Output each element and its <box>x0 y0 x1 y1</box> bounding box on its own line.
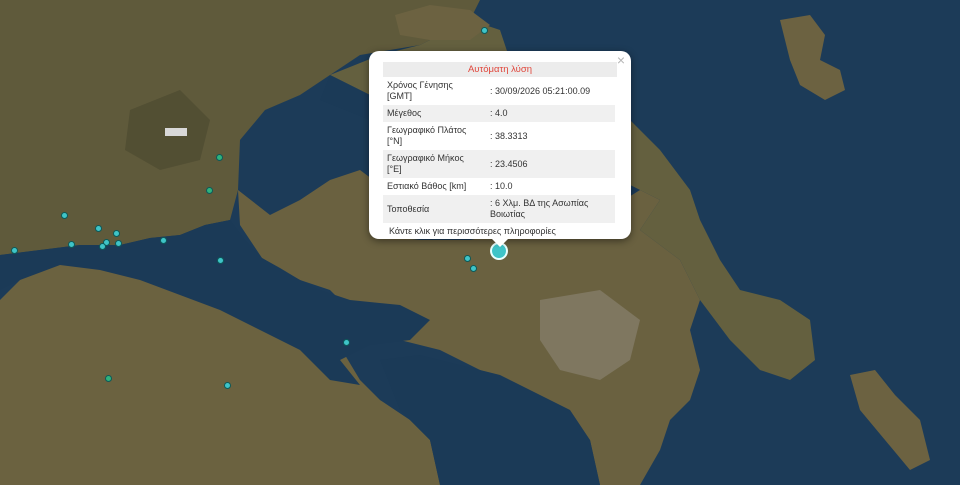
popup-title: Αυτόματη λύση <box>383 62 617 77</box>
table-row: Μέγεθος : 4.0 <box>383 105 615 122</box>
origin-time-value: : 30/09/2026 05:21:00.09 <box>490 85 591 96</box>
earthquake-marker[interactable] <box>104 374 112 382</box>
earthquake-marker[interactable] <box>215 153 223 161</box>
earthquake-info-popup: × Αυτόματη λύση Χρόνος Γένησης [GMT] : 3… <box>369 51 631 247</box>
earthquake-marker[interactable] <box>480 26 488 34</box>
location-label: Τοποθεσία <box>383 195 486 223</box>
origin-time-label: Χρόνος Γένησης [GMT] <box>387 80 453 101</box>
earthquake-marker[interactable] <box>98 242 106 250</box>
latitude-label: Γεωγραφικό Πλάτος [°N] <box>387 125 467 146</box>
table-row: Γεωγραφικό Πλάτος [°N] : 38.3313 <box>383 122 615 150</box>
earthquake-marker[interactable] <box>205 186 213 194</box>
earthquake-marker[interactable] <box>223 381 231 389</box>
table-row: Τοποθεσία : 6 Χλμ. ΒΔ της Ασωπίας Βοιωτί… <box>383 195 615 223</box>
earthquake-marker[interactable] <box>216 256 224 264</box>
earthquake-marker[interactable] <box>10 246 18 254</box>
depth-value: : 10.0 <box>490 181 513 191</box>
location-value: : 6 Χλμ. ΒΔ της Ασωπίας Βοιωτίας <box>486 195 615 223</box>
magnitude-label: Μέγεθος <box>383 105 486 122</box>
earthquake-marker[interactable] <box>60 211 68 219</box>
earthquake-marker[interactable] <box>94 224 102 232</box>
earthquake-marker[interactable] <box>463 254 471 262</box>
earthquake-details-table: Χρόνος Γένησης [GMT] : 30/09/2026 05:21:… <box>383 77 615 223</box>
close-icon[interactable]: × <box>617 53 625 67</box>
longitude-label: Γεωγραφικό Μήκος [°E] <box>383 150 486 178</box>
table-row: Χρόνος Γένησης [GMT] : 30/09/2026 05:21:… <box>383 77 615 105</box>
longitude-value: : 23.4506 <box>486 150 615 178</box>
earthquake-marker[interactable] <box>469 264 477 272</box>
earthquake-marker[interactable] <box>159 236 167 244</box>
earthquake-marker[interactable] <box>112 229 120 237</box>
earthquake-marker[interactable] <box>67 240 75 248</box>
earthquake-marker[interactable] <box>342 338 350 346</box>
more-info-link[interactable]: Κάντε κλικ για περισσότερες πληροφορίες <box>383 224 617 238</box>
earthquake-marker[interactable] <box>114 239 122 247</box>
magnitude-value: : 4.0 <box>486 105 615 122</box>
table-row: Γεωγραφικό Μήκος [°E] : 23.4506 <box>383 150 615 178</box>
latitude-value: : 38.3313 <box>490 130 528 141</box>
depth-label: Εστιακό Βάθος [km] <box>387 181 467 191</box>
map-view[interactable]: × Αυτόματη λύση Χρόνος Γένησης [GMT] : 3… <box>0 0 960 485</box>
table-row: Εστιακό Βάθος [km] : 10.0 <box>383 178 615 195</box>
snow-patch <box>165 128 187 136</box>
